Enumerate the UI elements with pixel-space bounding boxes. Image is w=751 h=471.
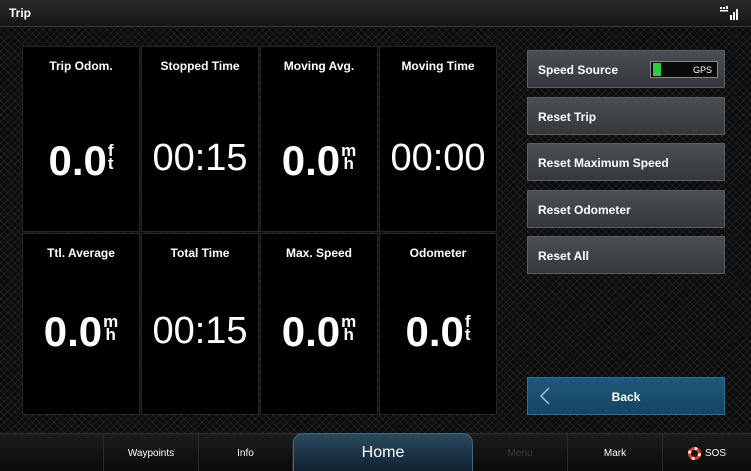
reset-trip-button[interactable]: Reset Trip bbox=[527, 97, 725, 135]
tile-label: Moving Time bbox=[401, 59, 475, 73]
page-title: Trip bbox=[9, 6, 32, 20]
waypoints-button[interactable]: Waypoints bbox=[104, 434, 199, 471]
value-number: 0.0 bbox=[281, 137, 341, 184]
tile-stopped-time[interactable]: Stopped Time 00:15 bbox=[141, 46, 259, 232]
sos-label: SOS bbox=[704, 447, 727, 459]
tile-label: Odometer bbox=[409, 246, 467, 260]
menu-button[interactable]: Menu bbox=[473, 434, 568, 471]
home-button[interactable]: Home bbox=[293, 433, 473, 471]
tile-value: 00:00 bbox=[380, 137, 496, 180]
trip-content: Trip Odom. 0.0 f t Stopped Time 00:15 Movi… bbox=[0, 27, 751, 433]
unit-label: ft bbox=[464, 312, 471, 344]
tile-total-time[interactable]: Total Time 00:15 bbox=[141, 233, 259, 415]
tile-total-average[interactable]: Ttl. Average 0.0 m h bbox=[22, 233, 140, 415]
tile-value: 00:15 bbox=[142, 310, 258, 353]
speed-source-label: Speed Source bbox=[538, 63, 619, 77]
reset-all-button[interactable]: Reset All bbox=[527, 236, 725, 274]
tile-label: Ttl. Average bbox=[47, 246, 115, 260]
speed-source-button[interactable]: Speed Source GPS bbox=[527, 50, 725, 88]
life-ring-icon bbox=[687, 446, 701, 460]
value-number: 0.0 bbox=[43, 308, 103, 355]
sos-button[interactable]: SOS bbox=[663, 434, 751, 471]
unit-label: mh bbox=[341, 141, 357, 173]
tile-value: 0.0 m h bbox=[261, 308, 377, 356]
tile-value: 0.0 m h bbox=[261, 137, 377, 185]
reset-odometer-label: Reset Odometer bbox=[538, 203, 631, 217]
tile-label: Stopped Time bbox=[160, 59, 240, 73]
reset-all-label: Reset All bbox=[538, 249, 589, 263]
back-label: Back bbox=[611, 390, 641, 404]
tile-label: Trip Odom. bbox=[49, 59, 113, 73]
info-button[interactable]: Info bbox=[199, 434, 293, 471]
unit-label: ft bbox=[107, 141, 114, 173]
tile-moving-time[interactable]: Moving Time 00:00 bbox=[379, 46, 497, 232]
unit-label: mh bbox=[103, 312, 119, 344]
tile-max-speed[interactable]: Max. Speed 0.0 m h bbox=[260, 233, 378, 415]
reset-trip-label: Reset Trip bbox=[538, 110, 597, 124]
gps-signal-icon bbox=[720, 6, 738, 20]
mark-button[interactable]: Mark bbox=[568, 434, 663, 471]
tile-label: Max. Speed bbox=[285, 246, 353, 260]
tile-trip-odometer[interactable]: Trip Odom. 0.0 f t bbox=[22, 46, 140, 232]
value-number: 00:15 bbox=[152, 137, 248, 179]
tile-value: 00:15 bbox=[142, 137, 258, 180]
bottom-bar-spacer bbox=[0, 434, 104, 471]
unit-label: mh bbox=[341, 312, 357, 344]
reset-maximum-speed-label: Reset Maximum Speed bbox=[538, 156, 669, 170]
value-number: 0.0 bbox=[281, 308, 341, 355]
tile-label: Moving Avg. bbox=[283, 59, 355, 73]
title-bar: Trip bbox=[0, 0, 751, 27]
value-number: 0.0 bbox=[405, 308, 464, 355]
tile-moving-average[interactable]: Moving Avg. 0.0 m h bbox=[260, 46, 378, 232]
reset-odometer-button[interactable]: Reset Odometer bbox=[527, 190, 725, 228]
toggle-indicator bbox=[653, 63, 661, 76]
value-number: 00:15 bbox=[152, 310, 248, 352]
tile-value: 0.0 f t bbox=[380, 308, 496, 356]
tile-value: 0.0 m h bbox=[23, 308, 139, 356]
speed-source-toggle[interactable]: GPS bbox=[650, 61, 718, 78]
speed-source-value: GPS bbox=[692, 65, 712, 75]
back-button[interactable]: Back bbox=[527, 377, 725, 415]
reset-maximum-speed-button[interactable]: Reset Maximum Speed bbox=[527, 143, 725, 181]
bottom-navigation-bar: Waypoints Info Home Menu Mark SOS bbox=[0, 433, 751, 471]
value-number: 00:00 bbox=[390, 137, 486, 179]
value-number: 0.0 bbox=[48, 137, 107, 184]
tile-odometer[interactable]: Odometer 0.0 f t bbox=[379, 233, 497, 415]
tile-label: Total Time bbox=[170, 246, 230, 260]
tile-value: 0.0 f t bbox=[23, 137, 139, 185]
